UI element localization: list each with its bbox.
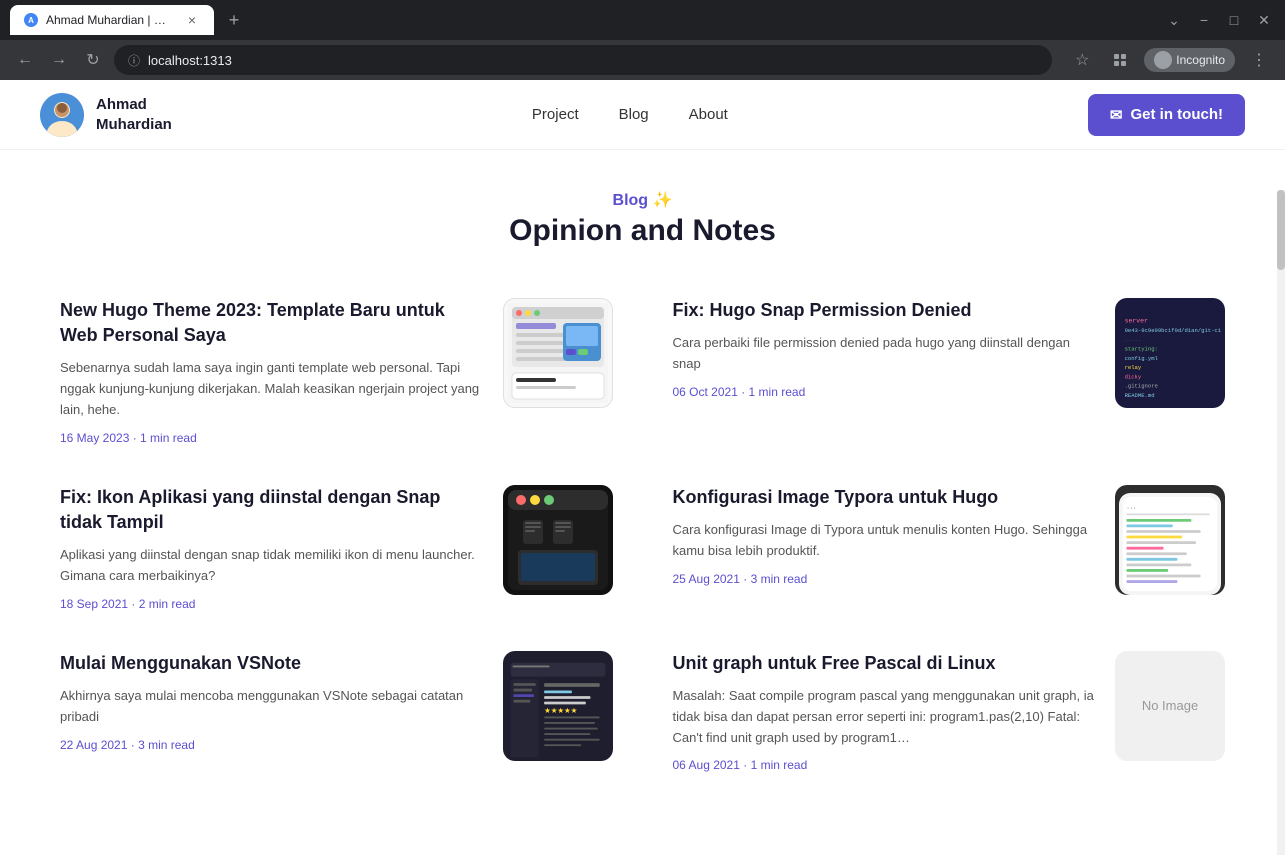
address-bar: ← → ↻ ⓘ localhost:1313 ☆ Incognito ⋮	[0, 40, 1285, 80]
blog-post-5-desc: Akhirnya saya mulai mencoba menggunakan …	[60, 686, 483, 728]
svg-text:config.yml: config.yml	[1125, 355, 1159, 362]
blog-post-1-meta: 16 May 2023 · 1 min read	[60, 431, 483, 445]
toolbar-right: ☆ Incognito ⋮	[1068, 46, 1273, 74]
site-header: Ahmad Muhardian Project Blog About ✉ Get…	[0, 80, 1285, 150]
minimize-button[interactable]: −	[1193, 9, 1215, 31]
svg-text:···: ···	[1126, 504, 1136, 511]
blog-post-3-title: Fix: Ikon Aplikasi yang diinstal dengan …	[60, 485, 483, 535]
svg-text:★★★★★: ★★★★★	[544, 706, 577, 715]
blog-grid: New Hugo Theme 2023: Template Baru untuk…	[60, 298, 1225, 772]
blog-post-1-content: New Hugo Theme 2023: Template Baru untuk…	[60, 298, 483, 445]
blog-post-3-desc: Aplikasi yang diinstal dengan snap tidak…	[60, 545, 483, 587]
nav-about[interactable]: About	[689, 106, 728, 123]
blog-header: Blog ✨ Opinion and Notes	[60, 190, 1225, 248]
blog-post-6[interactable]: Unit graph untuk Free Pascal di Linux Ma…	[673, 651, 1226, 773]
svg-text:.gitignore: .gitignore	[1125, 383, 1158, 390]
no-image-label: No Image	[1142, 698, 1198, 713]
blog-post-1[interactable]: New Hugo Theme 2023: Template Baru untuk…	[60, 298, 613, 445]
blog-post-2-content: Fix: Hugo Snap Permission Denied Cara pe…	[673, 298, 1096, 399]
svg-text:README.md: README.md	[1125, 392, 1155, 399]
blog-post-6-thumbnail: No Image	[1115, 651, 1225, 761]
avatar	[40, 93, 84, 137]
tab-favicon: A	[24, 13, 38, 27]
main-content: Blog ✨ Opinion and Notes New Hugo Theme …	[0, 150, 1285, 812]
blog-post-5[interactable]: Mulai Menggunakan VSNote Akhirnya saya m…	[60, 651, 613, 773]
mail-icon: ✉	[1110, 106, 1123, 124]
get-in-touch-button[interactable]: ✉ Get in touch!	[1088, 94, 1245, 136]
logo-area[interactable]: Ahmad Muhardian	[40, 93, 172, 137]
logo-name: Ahmad Muhardian	[96, 95, 172, 134]
lock-icon: ⓘ	[128, 52, 140, 69]
browser-titlebar: A Ahmad Muhardian | Web De… × + ⌄ − □ ✕	[0, 0, 1285, 40]
blog-post-4-title: Konfigurasi Image Typora untuk Hugo	[673, 485, 1096, 510]
blog-post-6-title: Unit graph untuk Free Pascal di Linux	[673, 651, 1096, 676]
back-button[interactable]: ←	[12, 47, 38, 73]
blog-post-6-desc: Masalah: Saat compile program pascal yan…	[673, 686, 1096, 748]
incognito-icon	[1154, 51, 1172, 69]
blog-tag: Blog ✨	[60, 190, 1225, 210]
blog-post-2-title: Fix: Hugo Snap Permission Denied	[673, 298, 1096, 323]
cta-label: Get in touch!	[1131, 106, 1224, 123]
blog-post-3[interactable]: Fix: Ikon Aplikasi yang diinstal dengan …	[60, 485, 613, 611]
blog-post-6-meta: 06 Aug 2021 · 1 min read	[673, 758, 1096, 772]
active-tab[interactable]: A Ahmad Muhardian | Web De… ×	[10, 5, 214, 35]
blog-post-5-content: Mulai Menggunakan VSNote Akhirnya saya m…	[60, 651, 483, 752]
nav-blog[interactable]: Blog	[619, 106, 649, 123]
address-input[interactable]: ⓘ localhost:1313	[114, 45, 1052, 75]
blog-post-1-desc: Sebenarnya sudah lama saya ingin ganti t…	[60, 358, 483, 420]
maximize-button[interactable]: □	[1223, 9, 1245, 31]
blog-post-2-meta: 06 Oct 2021 · 1 min read	[673, 385, 1096, 399]
refresh-button[interactable]: ↻	[80, 47, 106, 73]
tab-bar: A Ahmad Muhardian | Web De… × +	[10, 5, 248, 35]
tab-title: Ahmad Muhardian | Web De…	[46, 13, 176, 27]
blog-title: Opinion and Notes	[60, 214, 1225, 248]
blog-post-3-thumbnail	[503, 485, 613, 595]
forward-button[interactable]: →	[46, 47, 72, 73]
blog-post-4-content: Konfigurasi Image Typora untuk Hugo Cara…	[673, 485, 1096, 586]
tab-close-button[interactable]: ×	[184, 12, 200, 28]
svg-text:relay: relay	[1125, 364, 1142, 371]
svg-text:dicky: dicky	[1125, 373, 1142, 380]
svg-text:startying:: startying:	[1125, 346, 1158, 353]
extensions-icon[interactable]	[1106, 46, 1134, 74]
window-controls: ⌄ − □ ✕	[1163, 9, 1275, 31]
blog-post-3-meta: 18 Sep 2021 · 2 min read	[60, 597, 483, 611]
address-text: localhost:1313	[148, 53, 1038, 68]
blog-post-5-meta: 22 Aug 2021 · 3 min read	[60, 738, 483, 752]
blog-post-1-thumbnail	[503, 298, 613, 408]
blog-post-2[interactable]: Fix: Hugo Snap Permission Denied Cara pe…	[673, 298, 1226, 445]
webpage: Ahmad Muhardian Project Blog About ✉ Get…	[0, 80, 1285, 855]
incognito-badge[interactable]: Incognito	[1144, 48, 1235, 72]
blog-post-4-desc: Cara konfigurasi Image di Typora untuk m…	[673, 520, 1096, 562]
blog-post-3-content: Fix: Ikon Aplikasi yang diinstal dengan …	[60, 485, 483, 611]
svg-text:.....: .....	[1125, 336, 1142, 343]
blog-post-6-content: Unit graph untuk Free Pascal di Linux Ma…	[673, 651, 1096, 773]
incognito-label: Incognito	[1176, 53, 1225, 67]
blog-post-5-thumbnail: ★★★★★	[503, 651, 613, 761]
blog-post-4-meta: 25 Aug 2021 · 3 min read	[673, 572, 1096, 586]
blog-post-2-thumbnail: server 9e43-9c9e99bc1f0d/d1an/g1t-c1one …	[1115, 298, 1225, 408]
svg-text:9e43-9c9e99bc1f0d/d1an/g1t-c1o: 9e43-9c9e99bc1f0d/d1an/g1t-c1one	[1125, 327, 1221, 334]
svg-text:server: server	[1125, 318, 1148, 325]
menu-icon[interactable]: ⋮	[1245, 46, 1273, 74]
blog-post-4[interactable]: Konfigurasi Image Typora untuk Hugo Cara…	[673, 485, 1226, 611]
close-button[interactable]: ✕	[1253, 9, 1275, 31]
blog-post-2-desc: Cara perbaiki file permission denied pad…	[673, 333, 1096, 375]
blog-post-1-title: New Hugo Theme 2023: Template Baru untuk…	[60, 298, 483, 348]
site-nav: Project Blog About	[532, 106, 728, 123]
new-tab-button[interactable]: +	[220, 6, 248, 34]
nav-project[interactable]: Project	[532, 106, 579, 123]
bookmark-icon[interactable]: ☆	[1068, 46, 1096, 74]
blog-post-5-title: Mulai Menggunakan VSNote	[60, 651, 483, 676]
chevron-down-icon[interactable]: ⌄	[1163, 9, 1185, 31]
blog-post-4-thumbnail: ···	[1115, 485, 1225, 595]
